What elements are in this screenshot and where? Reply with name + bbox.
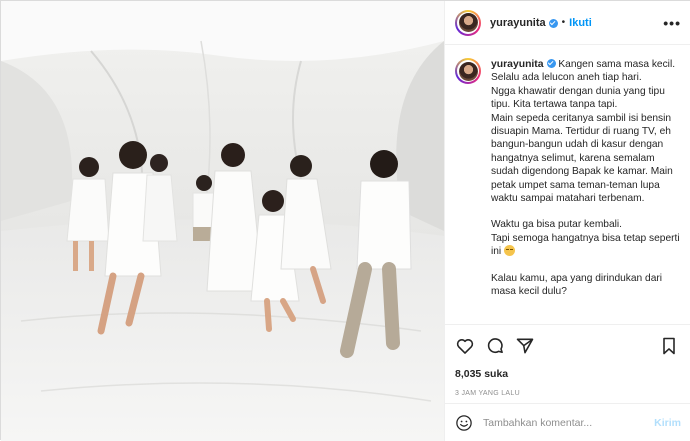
caption-line: Tapi semoga hangatnya bisa tetap seperti… [491,232,680,258]
caption-text: yurayunita Kangen sama masa kecil. Selal… [491,58,681,324]
share-icon[interactable] [515,336,535,356]
username-link[interactable]: yurayunita [490,17,546,29]
separator-dot: • [561,17,566,28]
post-modal: yurayunita • Ikuti ••• yurayunita Kangen… [0,0,690,441]
photo-illustration [1,1,444,441]
post-sidebar: yurayunita • Ikuti ••• yurayunita Kangen… [444,1,690,441]
action-bar: 8,035 suka 3 JAM YANG LALU [445,324,690,402]
post-photo[interactable] [1,1,444,441]
caption-line: Selalu ada lelucon aneh tiap hari. [491,72,642,84]
caption-verified-badge-icon [546,59,556,68]
comment-input[interactable] [483,416,643,429]
caption-line: Waktu ga bisa putar kembali. [491,219,622,231]
smile-icon[interactable] [455,414,473,432]
post-header: yurayunita • Ikuti ••• [445,1,690,45]
caption-line: Kalau kamu, apa yang dirindukan dari mas… [491,272,663,298]
verified-badge-icon [548,19,558,28]
more-options-icon[interactable]: ••• [663,15,681,31]
follow-button[interactable]: Ikuti [569,17,592,29]
like-count[interactable]: 8,035 suka [455,368,681,380]
post-comment-button[interactable]: Kirim [654,417,681,429]
comment-icon[interactable] [485,336,505,356]
caption-avatar[interactable] [455,58,481,84]
avatar[interactable] [455,9,481,36]
caption-area: yurayunita Kangen sama masa kecil. Selal… [445,46,690,324]
post-timestamp[interactable]: 3 JAM YANG LALU [455,390,681,397]
comment-box: Kirim [445,403,690,441]
bookmark-icon[interactable] [659,336,679,356]
relieved-emoji-icon [504,245,516,257]
heart-icon[interactable] [455,336,475,356]
caption-line: Ngga khawatir dengan dunia yang tipu tip… [491,85,665,111]
caption-username-link[interactable]: yurayunita [491,59,544,70]
caption-line: Kangen sama masa kecil. [558,59,676,70]
caption-line: Main sepeda ceritanya sambil isi bensin … [491,112,673,205]
